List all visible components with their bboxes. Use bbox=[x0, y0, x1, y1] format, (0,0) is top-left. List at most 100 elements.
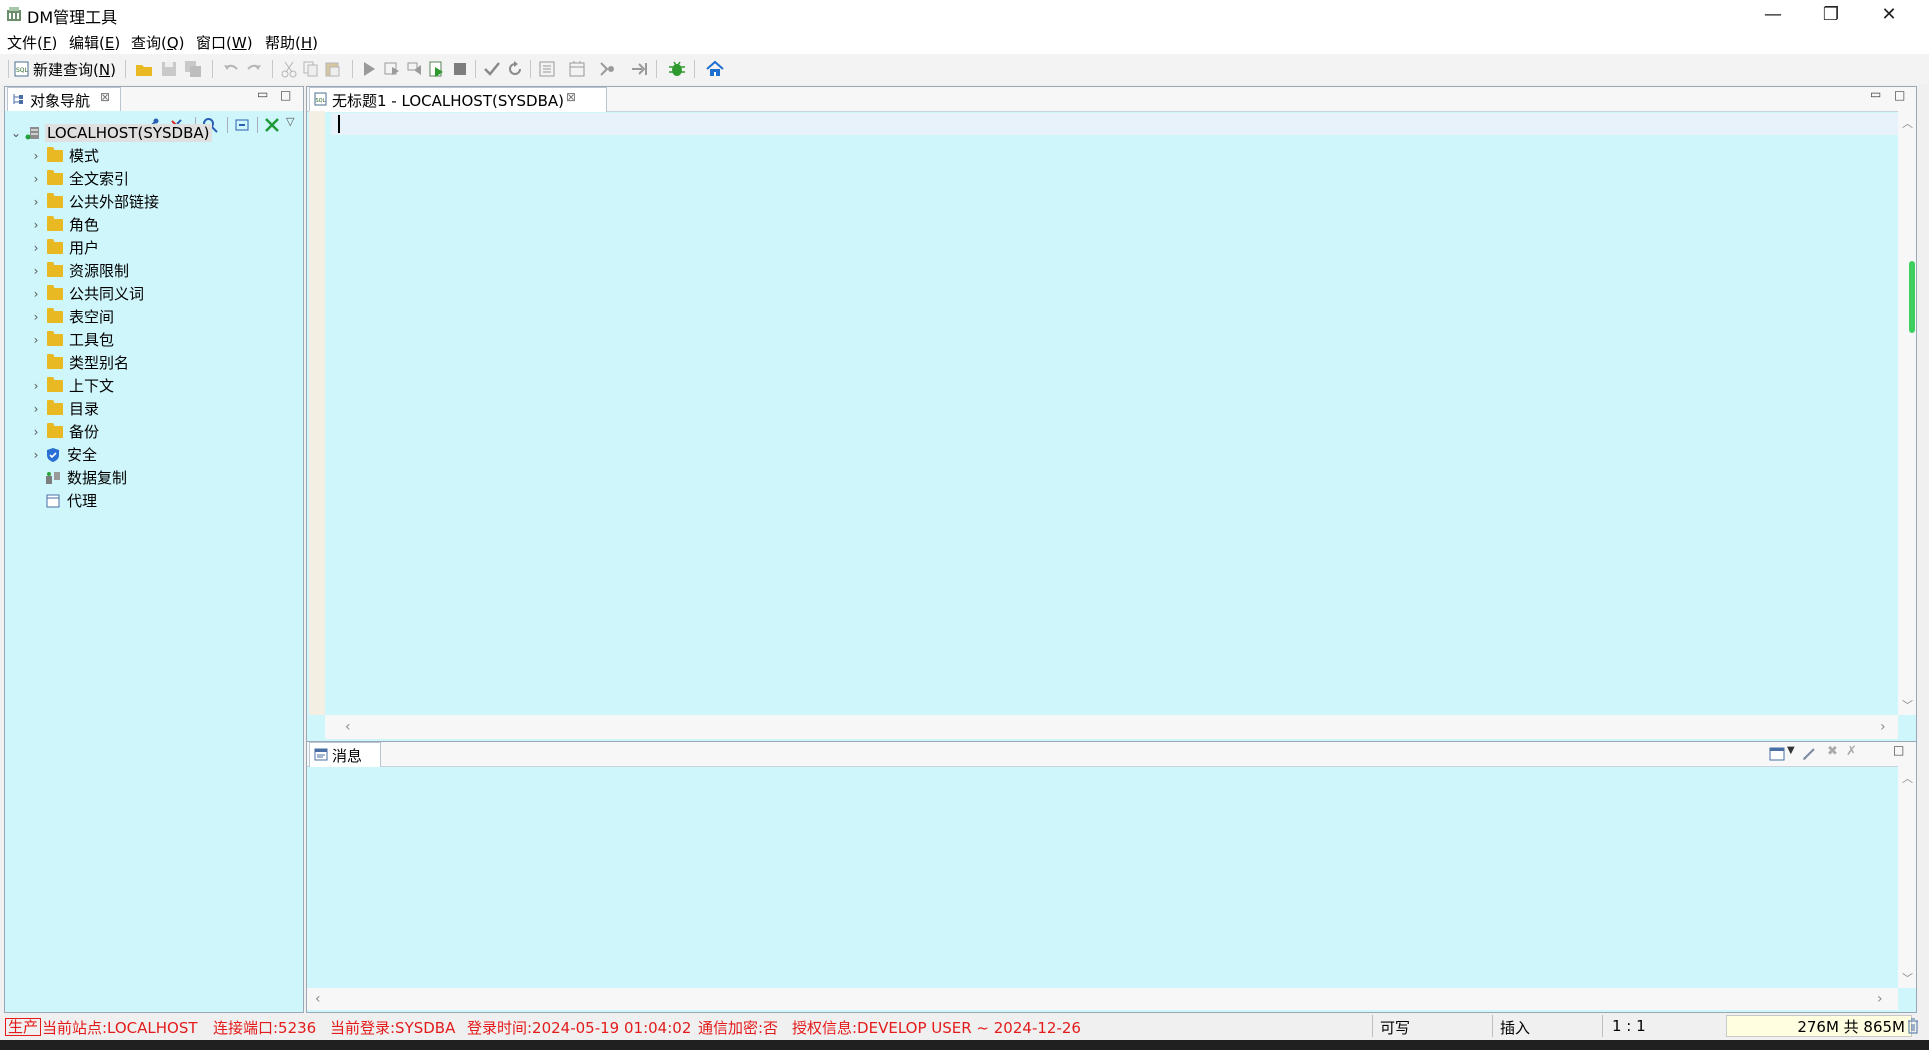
stop-icon[interactable] bbox=[451, 60, 469, 78]
scroll-thumb[interactable] bbox=[1909, 261, 1915, 333]
tree-item[interactable]: › 目录 bbox=[29, 397, 99, 420]
expand-chevron-icon[interactable]: › bbox=[29, 333, 43, 347]
run-script-icon[interactable] bbox=[428, 60, 446, 78]
tree-item[interactable]: › 备份 bbox=[29, 420, 99, 443]
new-query-button[interactable]: SQL 新建查询(N) bbox=[14, 58, 116, 80]
tree-root[interactable]: ⌄ LOCALHOST(SYSDBA) bbox=[9, 121, 212, 144]
continue-icon[interactable] bbox=[630, 60, 648, 78]
tree-item[interactable]: › 上下文 bbox=[29, 374, 114, 397]
folder-icon bbox=[47, 399, 63, 415]
rollback-icon[interactable] bbox=[506, 60, 524, 78]
maximize-panel-icon[interactable]: □ bbox=[1893, 743, 1904, 757]
tab-object-navigator[interactable]: 对象导航 ⊠ bbox=[7, 87, 121, 112]
open-folder-icon[interactable] bbox=[135, 60, 153, 78]
format-icon[interactable] bbox=[538, 60, 556, 78]
expand-chevron-icon[interactable]: › bbox=[29, 264, 43, 278]
replication-icon bbox=[46, 471, 60, 484]
tree-item[interactable]: › 用户 bbox=[29, 236, 99, 259]
tree-item[interactable]: 代理 bbox=[29, 489, 97, 512]
expand-chevron-icon[interactable]: › bbox=[29, 241, 43, 255]
sql-editor-textarea[interactable] bbox=[331, 111, 1897, 715]
tree-item[interactable]: › 公共同义词 bbox=[29, 282, 144, 305]
toolbar-separator bbox=[352, 60, 353, 78]
run-icon[interactable] bbox=[360, 60, 378, 78]
redo-icon[interactable] bbox=[245, 60, 263, 78]
save-icon[interactable] bbox=[160, 60, 178, 78]
memory-usage[interactable]: 276M 共 865M bbox=[1726, 1015, 1912, 1037]
clear-icon[interactable] bbox=[1801, 746, 1817, 762]
schedule-icon[interactable] bbox=[568, 60, 586, 78]
garbage-collect-icon[interactable] bbox=[1907, 1018, 1919, 1034]
expand-chevron-icon[interactable]: ⌄ bbox=[9, 126, 23, 140]
expand-chevron-icon[interactable]: › bbox=[29, 448, 43, 462]
tree-item[interactable]: › 角色 bbox=[29, 213, 99, 236]
home-icon[interactable] bbox=[706, 60, 724, 78]
undo-icon[interactable] bbox=[222, 60, 240, 78]
scroll-right-icon[interactable]: › bbox=[1877, 991, 1883, 1007]
paste-icon[interactable] bbox=[324, 60, 342, 78]
expand-chevron-icon[interactable]: › bbox=[29, 379, 43, 393]
expand-chevron-icon[interactable]: › bbox=[29, 149, 43, 163]
editor-horizontal-scrollbar[interactable]: ‹ › bbox=[325, 715, 1898, 739]
debug-bug-icon[interactable] bbox=[668, 60, 686, 78]
menu-window[interactable]: 窗口(W) bbox=[196, 32, 253, 53]
collapse-all-icon[interactable] bbox=[234, 117, 250, 133]
scroll-left-icon[interactable]: ‹ bbox=[345, 719, 351, 735]
tree-item[interactable]: › 全文索引 bbox=[29, 167, 129, 190]
menu-file[interactable]: 文件(F) bbox=[7, 32, 57, 53]
tab-messages[interactable]: 消息 bbox=[309, 742, 381, 767]
scroll-down-icon[interactable]: ﹀ bbox=[1902, 970, 1913, 986]
scroll-up-icon[interactable]: ︿ bbox=[1902, 770, 1913, 786]
minimize-panel-icon[interactable]: ▭ bbox=[257, 87, 268, 101]
maximize-panel-icon[interactable]: □ bbox=[1894, 88, 1905, 102]
messages-vertical-scrollbar[interactable]: ︿ ﹀ bbox=[1898, 766, 1916, 988]
close-tab-icon[interactable]: ⊠ bbox=[100, 90, 110, 104]
expand-chevron-icon[interactable]: › bbox=[29, 425, 43, 439]
expand-chevron-icon[interactable]: › bbox=[29, 218, 43, 232]
tree-item[interactable]: › 公共外部链接 bbox=[29, 190, 159, 213]
tree-item[interactable]: 类型别名 bbox=[29, 351, 129, 374]
close-tab-icon[interactable]: ⊠ bbox=[566, 90, 576, 104]
copy-icon[interactable] bbox=[302, 60, 320, 78]
menu-edit[interactable]: 编辑(E) bbox=[69, 32, 120, 53]
scroll-left-icon[interactable]: ‹ bbox=[315, 991, 321, 1007]
editor-vertical-scrollbar[interactable]: ︿ ﹀ bbox=[1898, 111, 1916, 715]
display-options-icon[interactable] bbox=[1769, 747, 1785, 761]
commit-icon[interactable] bbox=[483, 60, 501, 78]
tree-item[interactable]: › 安全 bbox=[29, 443, 97, 466]
cut-icon[interactable] bbox=[280, 60, 298, 78]
restore-button[interactable]: ❐ bbox=[1802, 0, 1860, 29]
expand-chevron-icon[interactable]: › bbox=[29, 287, 43, 301]
menu-query[interactable]: 查询(Q) bbox=[131, 32, 185, 53]
close-button[interactable]: ✕ bbox=[1860, 0, 1918, 29]
tree-item[interactable]: › 模式 bbox=[29, 144, 99, 167]
expand-icon[interactable] bbox=[264, 117, 280, 133]
scroll-up-icon[interactable]: ︿ bbox=[1902, 115, 1913, 131]
expand-chevron-icon[interactable]: › bbox=[29, 402, 43, 416]
expand-chevron-icon[interactable]: › bbox=[29, 195, 43, 209]
tree-item[interactable]: › 资源限制 bbox=[29, 259, 129, 282]
scroll-right-icon[interactable]: › bbox=[1880, 719, 1886, 735]
menu-help[interactable]: 帮助(H) bbox=[265, 32, 318, 53]
minimize-button[interactable]: — bbox=[1744, 0, 1802, 29]
minimize-panel-icon[interactable]: ▭ bbox=[1870, 87, 1881, 101]
save-all-icon[interactable] bbox=[184, 60, 202, 78]
folder-icon bbox=[47, 238, 63, 254]
remove-all-icon[interactable]: ✗ bbox=[1846, 744, 1857, 759]
scroll-down-icon[interactable]: ﹀ bbox=[1902, 697, 1913, 713]
tree-item[interactable]: › 表空间 bbox=[29, 305, 114, 328]
debug-step-icon[interactable] bbox=[598, 60, 616, 78]
expand-chevron-icon[interactable]: › bbox=[29, 172, 43, 186]
dropdown-arrow-icon[interactable]: ▼ bbox=[1787, 745, 1795, 756]
run-step-icon[interactable] bbox=[383, 60, 401, 78]
tree-item[interactable]: › 工具包 bbox=[29, 328, 114, 351]
tree-item-label: 模式 bbox=[69, 147, 100, 165]
tree-item[interactable]: 数据复制 bbox=[29, 466, 127, 489]
view-menu-icon[interactable]: ▽ bbox=[286, 115, 294, 128]
tab-untitled-query[interactable]: SQL 无标题1 - LOCALHOST(SYSDBA) ⊠ bbox=[309, 87, 607, 112]
expand-chevron-icon[interactable]: › bbox=[29, 310, 43, 324]
explain-icon[interactable] bbox=[406, 60, 424, 78]
maximize-panel-icon[interactable]: □ bbox=[280, 88, 291, 102]
messages-horizontal-scrollbar[interactable]: ‹ › bbox=[307, 988, 1898, 1010]
remove-icon[interactable]: ✖ bbox=[1827, 744, 1838, 759]
